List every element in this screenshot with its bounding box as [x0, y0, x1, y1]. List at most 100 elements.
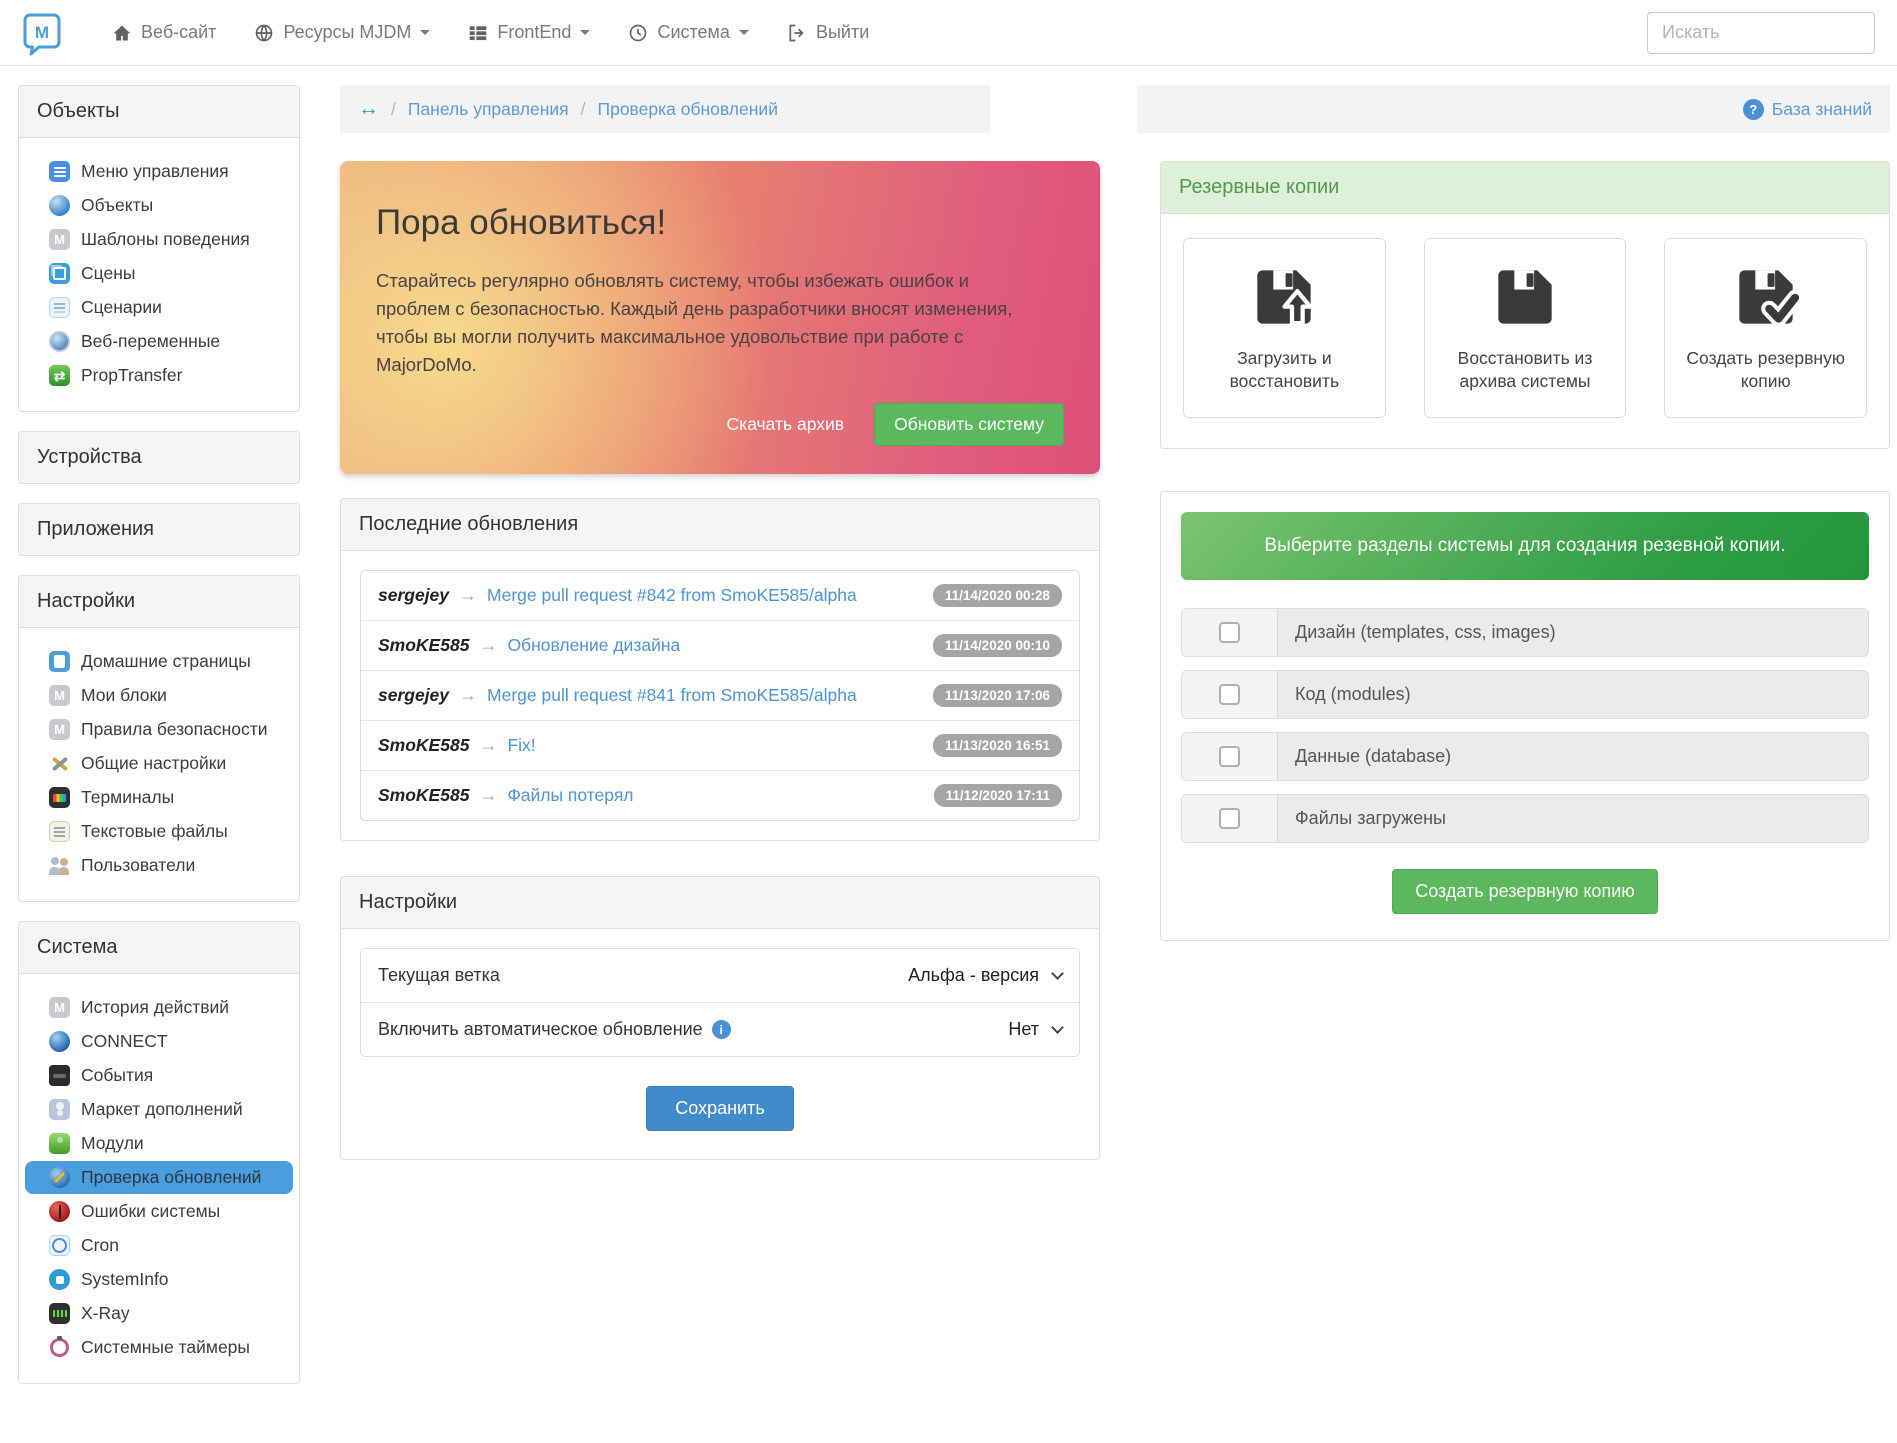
sidebar-item-scenarios[interactable]: Сценарии — [25, 291, 293, 324]
sidebar-section-system: Система История действий CONNECT События… — [18, 921, 300, 1384]
latest-updates-panel: Последние обновления sergejey → Merge pu… — [340, 498, 1100, 842]
nav-item-website[interactable]: Веб-сайт — [112, 22, 216, 43]
sidebar-item-security-rules[interactable]: Правила безопасности — [25, 713, 293, 746]
sidebar-item-users[interactable]: Пользователи — [25, 849, 293, 882]
xray-icon — [49, 1303, 70, 1324]
banner-title: Пора обновиться! — [376, 203, 667, 242]
sysinfo-icon — [49, 1269, 70, 1290]
sidebar-section-system-header[interactable]: Система — [19, 922, 299, 974]
info-icon[interactable]: i — [711, 1020, 731, 1040]
restore-from-archive-card[interactable]: Восстановить из архива системы — [1423, 238, 1627, 418]
chevron-down-icon — [580, 30, 591, 40]
update-time-badge: 11/12/2020 17:11 — [933, 784, 1062, 808]
breadcrumb-update-check[interactable]: Проверка обновлений — [598, 99, 778, 120]
update-system-button[interactable]: Обновить систему — [874, 403, 1064, 447]
sidebar-item-system-errors[interactable]: Ошибки системы — [25, 1195, 293, 1228]
arrow-right-icon: → — [459, 685, 478, 706]
breadcrumb-control-panel[interactable]: Панель управления — [408, 99, 569, 120]
nav-item-frontend[interactable]: FrontEnd — [468, 22, 591, 43]
sidebar-item-addons-market[interactable]: Маркет дополнений — [25, 1093, 293, 1126]
events-icon — [49, 1065, 70, 1086]
nav-item-logout[interactable]: Выйти — [787, 22, 869, 43]
latest-updates-title: Последние обновления — [341, 499, 1099, 552]
backup-option-label: Код (modules) — [1295, 683, 1411, 704]
cron-clock-icon — [49, 1235, 70, 1256]
sidebar-section-devices: Устройства — [18, 431, 300, 484]
dashboard-icon — [628, 23, 648, 43]
create-backup-card[interactable]: Создать резервную копию — [1664, 238, 1868, 418]
update-link[interactable]: Fix! — [507, 735, 535, 756]
sidebar-section-devices-header[interactable]: Устройства — [19, 432, 299, 483]
backup-option-files: Файлы загружены — [1181, 793, 1869, 843]
swap-arrows-icon[interactable]: ↔ — [358, 97, 379, 121]
sidebar-item-cron[interactable]: Cron — [25, 1229, 293, 1262]
sidebar-item-modules[interactable]: Модули — [25, 1127, 293, 1160]
update-link[interactable]: Merge pull request #841 from SmoKE585/al… — [487, 685, 857, 706]
sidebar-item-behavior-templates[interactable]: Шаблоны поведения — [25, 223, 293, 256]
updates-list: sergejey → Merge pull request #842 from … — [360, 570, 1080, 822]
update-link[interactable]: Обновление дизайна — [507, 635, 680, 656]
backup-option-code: Код (modules) — [1181, 669, 1869, 719]
sidebar-item-my-blocks[interactable]: Мои блоки — [25, 679, 293, 712]
sidebar-section-objects-header[interactable]: Объекты — [19, 86, 299, 138]
majordomo-icon — [49, 229, 70, 250]
majordomo-logo[interactable]: M — [22, 10, 62, 56]
sidebar-item-objects[interactable]: Объекты — [25, 189, 293, 222]
backup-option-data-checkbox[interactable] — [1219, 745, 1240, 767]
sidebar-item-terminals[interactable]: Терминалы — [25, 781, 293, 814]
majordomo-icon — [49, 685, 70, 706]
backup-option-design: Дизайн (templates, css, images) — [1181, 607, 1869, 657]
majordomo-icon — [49, 719, 70, 740]
card-label: Создать резервную копию — [1686, 348, 1845, 391]
sidebar-item-text-files[interactable]: Текстовые файлы — [25, 815, 293, 848]
setting-row-autoupdate: Включить автоматическое обновление i Нет — [361, 1003, 1079, 1056]
sidebar-section-applications-header[interactable]: Приложения — [19, 504, 299, 555]
banner-text: Старайтесь регулярно обновлять систему, … — [376, 270, 1013, 376]
update-time-badge: 11/13/2020 17:06 — [932, 684, 1062, 708]
control-menu-icon — [49, 161, 70, 182]
breadcrumb: ↔ / Панель управления / Проверка обновле… — [340, 85, 990, 133]
update-row: SmoKE585 → Файлы потерял 11/12/2020 17:1… — [361, 771, 1079, 820]
sidebar-section-settings: Настройки Домашние страницы Мои блоки Пр… — [18, 575, 300, 902]
autoupdate-select[interactable]: Нет — [1008, 1019, 1064, 1040]
sidebar-item-general-settings[interactable]: Общие настройки — [25, 747, 293, 780]
branch-label: Текущая ветка — [378, 965, 500, 986]
sidebar-item-control-menu[interactable]: Меню управления — [25, 155, 293, 188]
sidebar-item-proptransfer[interactable]: PropTransfer — [25, 359, 293, 392]
home-icon — [112, 23, 132, 43]
backup-option-label: Дизайн (templates, css, images) — [1295, 621, 1556, 642]
knowledge-base-link[interactable]: База знаний — [1772, 99, 1872, 120]
sidebar-item-events[interactable]: События — [25, 1059, 293, 1092]
download-archive-link[interactable]: Скачать архив — [727, 414, 845, 435]
search-input[interactable] — [1647, 11, 1875, 54]
create-backup-button[interactable]: Создать резервную копию — [1392, 868, 1658, 914]
upload-restore-card[interactable]: Загрузить и восстановить — [1183, 238, 1386, 418]
nav-item-resources-mjdm[interactable]: Ресурсы MJDM — [254, 22, 431, 43]
save-button[interactable]: Сохранить — [646, 1086, 794, 1132]
update-link[interactable]: Файлы потерял — [507, 785, 633, 806]
nav-item-system[interactable]: Система — [628, 22, 749, 43]
sidebar-item-action-history[interactable]: История действий — [25, 991, 293, 1024]
sidebar-item-systeminfo[interactable]: SystemInfo — [25, 1263, 293, 1296]
floppy-upload-icon — [1252, 265, 1316, 329]
sidebar-item-web-variables[interactable]: Веб-переменные — [25, 325, 293, 358]
sidebar-item-update-check[interactable]: Проверка обновлений — [25, 1161, 293, 1194]
update-link[interactable]: Merge pull request #842 from SmoKE585/al… — [487, 585, 857, 606]
sidebar-section-settings-header[interactable]: Настройки — [19, 576, 299, 628]
sidebar-item-home-pages[interactable]: Домашние страницы — [25, 645, 293, 678]
backup-option-files-checkbox[interactable] — [1219, 807, 1240, 829]
users-icon — [49, 855, 70, 876]
question-icon: ? — [1742, 98, 1764, 120]
sidebar-item-system-timers[interactable]: Системные таймеры — [25, 1331, 293, 1364]
backup-option-code-checkbox[interactable] — [1219, 683, 1240, 705]
sidebar-item-connect[interactable]: CONNECT — [25, 1025, 293, 1058]
backups-panel-title: Резервные копии — [1161, 162, 1889, 214]
sidebar-item-x-ray[interactable]: X-Ray — [25, 1297, 293, 1330]
arrow-right-icon: → — [479, 785, 498, 806]
branch-select[interactable]: Альфа - версия — [908, 965, 1064, 986]
sidebar: Объекты Меню управления Объекты Шаблоны … — [18, 85, 300, 1403]
backup-option-design-checkbox[interactable] — [1219, 621, 1240, 643]
update-time-badge: 11/14/2020 00:28 — [932, 584, 1062, 608]
sidebar-item-scenes[interactable]: Сцены — [25, 257, 293, 290]
arrow-right-icon: → — [479, 735, 498, 756]
